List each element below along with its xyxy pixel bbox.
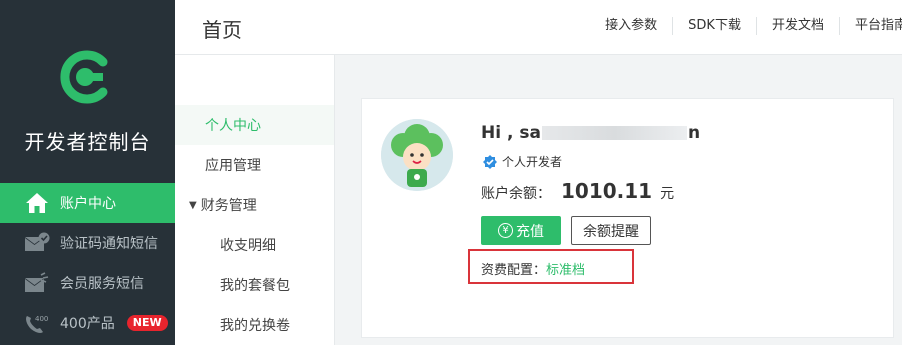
submenu-finance-management[interactable]: ▼ 财务管理 [175,185,334,225]
page-title: 首页 [202,18,242,42]
phone-400-icon: 400 [24,311,50,335]
greeting-suffix: n [687,123,701,143]
submenu-my-vouchers[interactable]: 我的兑换卷 [175,305,334,345]
submenu-label: 收支明细 [220,238,276,254]
plan-label: 资费配置： [481,263,547,278]
sidebar-item-verification-sms[interactable]: 验证码通知短信 [0,223,175,263]
submenu-personal-center[interactable]: 个人中心 [175,105,334,145]
balance-reminder-button[interactable]: 余额提醒 [571,216,651,245]
sidebar-item-label: 账户中心 [60,196,116,212]
caret-down-icon: ▼ [189,199,197,211]
brand-title: 开发者控制台 [24,130,151,154]
recharge-button[interactable]: ¥ 充值 [481,216,561,245]
masked-username [541,126,687,140]
link-dev-docs[interactable]: 开发文档 [755,17,839,35]
submenu-label: 个人中心 [205,118,261,134]
brand-logo-icon [60,50,108,104]
submenu-label: 我的套餐包 [220,278,290,294]
account-card: Hi , sa n 个人开发者 账户余额： 1010.11 元 ¥ 充值 余额提… [361,98,894,338]
submenu-transactions[interactable]: 收支明细 [175,225,334,265]
home-icon [24,191,50,215]
sidebar-item-label: 验证码通知短信 [60,236,158,252]
submenu-my-packages[interactable]: 我的套餐包 [175,265,334,305]
link-access-params[interactable]: 接入参数 [590,17,672,35]
user-type-label: 个人开发者 [502,155,563,169]
pricing-plan: 资费配置：标准档 [481,259,585,278]
plan-value-link[interactable]: 标准档 [546,263,585,278]
submenu-label: 我的兑换卷 [220,318,290,334]
sidebar-item-label: 会员服务短信 [60,276,144,292]
svg-text:400: 400 [35,315,48,323]
submenu-label: 财务管理 [200,198,257,214]
balance-amount: 1010.11 [561,179,653,203]
submenu-label: 应用管理 [205,158,261,174]
verified-mail-icon [24,231,50,255]
broadcast-mail-icon [24,271,50,295]
mascot-icon [381,119,453,191]
greeting: Hi , sa n [481,123,700,143]
secondary-menu: 个人中心 应用管理 ▼ 财务管理 收支明细 我的套餐包 我的兑换卷 [175,55,335,345]
top-header: 首页 接入参数 SDK下载 开发文档 平台指南 [175,0,902,55]
recharge-label: 充值 [516,223,544,240]
header-links: 接入参数 SDK下载 开发文档 平台指南 [590,17,902,35]
yen-icon: ¥ [498,223,513,238]
greeting-prefix: Hi , sa [481,123,541,143]
sidebar: 开发者控制台 账户中心 验证码通知短信 会员服务短信 400 400产品 NEW [0,0,175,345]
new-badge: NEW [126,315,168,331]
sidebar-item-member-sms[interactable]: 会员服务短信 [0,263,175,303]
verified-badge-icon [483,154,497,169]
submenu-app-management[interactable]: 应用管理 [175,145,334,185]
link-sdk-download[interactable]: SDK下载 [672,17,756,35]
avatar [381,119,453,191]
balance-label: 账户余额： [481,186,551,202]
balance-unit: 元 [660,186,675,202]
user-type: 个人开发者 [483,153,562,170]
sidebar-item-400-product[interactable]: 400 400产品 NEW [0,303,175,343]
link-platform-guide[interactable]: 平台指南 [838,17,902,35]
sidebar-item-account-center[interactable]: 账户中心 [0,183,175,223]
balance-row: 账户余额： 1010.11 元 [481,179,674,203]
sidebar-item-label: 400产品 [60,316,115,332]
